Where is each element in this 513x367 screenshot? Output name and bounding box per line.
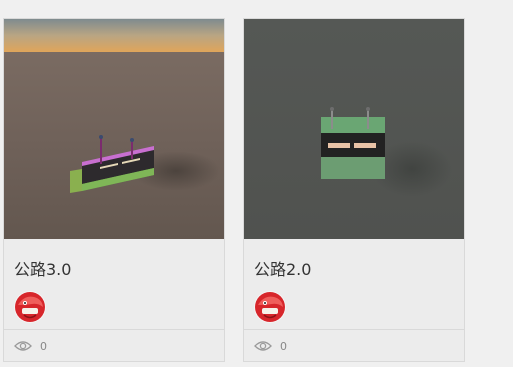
eye-icon xyxy=(254,337,272,356)
card-divider xyxy=(244,329,464,330)
author-avatar[interactable] xyxy=(14,291,46,323)
work-thumbnail[interactable] xyxy=(4,19,224,239)
work-thumbnail[interactable] xyxy=(244,19,464,239)
work-card[interactable]: 公路3.0 0 xyxy=(3,18,225,362)
views-count: 0 xyxy=(40,339,47,353)
work-title[interactable]: 公路3.0 xyxy=(14,256,71,280)
work-grid: 公路3.0 0 公路2.0 0 xyxy=(0,0,513,367)
work-card[interactable]: 公路2.0 0 xyxy=(243,18,465,362)
views-count: 0 xyxy=(280,339,287,353)
author-avatar[interactable] xyxy=(254,291,286,323)
work-title[interactable]: 公路2.0 xyxy=(254,256,311,280)
card-divider xyxy=(4,329,224,330)
view-stats: 0 xyxy=(14,337,47,355)
view-stats: 0 xyxy=(254,337,287,355)
eye-icon xyxy=(14,337,32,356)
